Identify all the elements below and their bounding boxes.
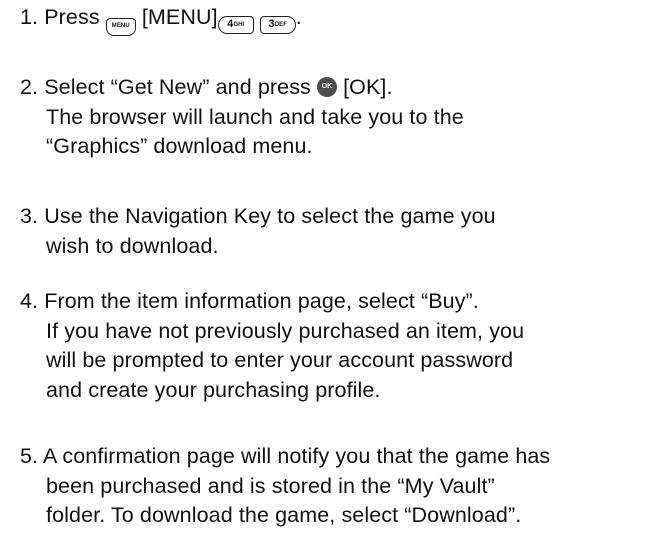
menu-key-icon: MENU [105, 18, 136, 36]
step-3-line-2: wish to download. [46, 233, 219, 258]
step-number: 3. [20, 204, 39, 228]
menu-key-label: [MENU] [141, 5, 218, 29]
step-2: 2. Select “Get New” and press OK [OK]. T… [20, 73, 464, 162]
step-5-line-3: folder. To download the game, select “Do… [46, 503, 522, 527]
ok-button-icon: OK [316, 77, 337, 97]
step-4-line-2: If you have not previously purchased an … [46, 318, 525, 343]
step-1-line: 1. Press MENU [MENU] 4GHI 3DEF. [20, 3, 302, 36]
step-text: Press [44, 5, 100, 29]
instruction-page: 1. Press MENU [MENU] 4GHI 3DEF. 2. Select… [0, 0, 664, 536]
key-4-icon: 4GHI [217, 16, 254, 34]
step-4-line-3: will be prompted to enter your account p… [46, 348, 514, 372]
step-number: 5. [20, 444, 39, 468]
step-5-line-2: been purchased and is stored in the “My … [46, 473, 495, 498]
step-3: 3. Use the Navigation Key to select the … [20, 202, 496, 261]
step-5: 5. A confirmation page will notify you t… [20, 442, 550, 531]
step-2-line-1: 2. Select “Get New” and press OK [OK]. [20, 73, 464, 103]
step-5-line-1: 5. A confirmation page will notify you t… [20, 442, 550, 472]
step-3-line-1: 3. Use the Navigation Key to select the … [20, 202, 496, 232]
step-text: From the item information page, select “… [44, 289, 479, 313]
step-number: 4. [20, 289, 39, 313]
step-text: Use the Navigation Key to select the gam… [44, 204, 496, 228]
step-4-line-1: 4. From the item information page, selec… [20, 287, 524, 317]
ok-key-label: [OK]. [343, 75, 393, 99]
key-3-icon: 3DEF [259, 16, 296, 34]
step-2-line-2: The browser will launch and take you to … [46, 104, 464, 129]
step-4-line-4: and create your purchasing profile. [46, 377, 381, 402]
step-4: 4. From the item information page, selec… [20, 287, 524, 405]
step-2-line-3: “Graphics” download menu. [46, 134, 313, 158]
step-number: 1. [20, 5, 39, 29]
step-text: Select “Get New” and press [44, 75, 311, 99]
step-number: 2. [20, 75, 39, 99]
step-1: 1. Press MENU [MENU] 4GHI 3DEF. [20, 3, 302, 36]
step-text: A confirmation page will notify you that… [43, 444, 551, 468]
